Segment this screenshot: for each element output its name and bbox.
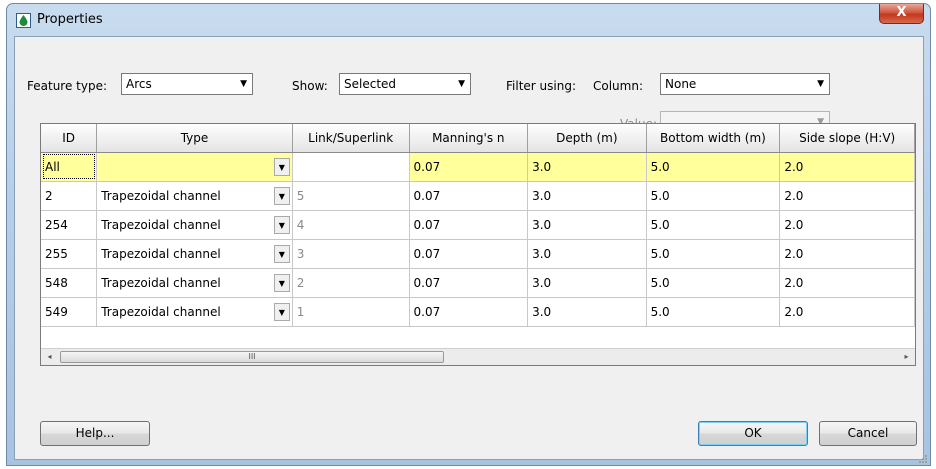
cell-id[interactable]: 549 — [41, 297, 98, 327]
cell-side-slope[interactable]: 2.0 — [779, 152, 915, 182]
cell-type-value: Trapezoidal channel — [101, 246, 221, 261]
column-header-type[interactable]: Type — [96, 124, 293, 153]
column-value: None — [665, 77, 697, 91]
title-bar: Properties X — [7, 4, 930, 36]
feature-type-select[interactable]: Arcs ▼ — [121, 73, 253, 95]
cell-depth[interactable]: 3.0 — [527, 239, 647, 269]
cell-type[interactable]: Trapezoidal channel ▼ — [96, 181, 293, 211]
scroll-right-icon[interactable]: ▸ — [898, 349, 915, 365]
table-row[interactable]: 2 Trapezoidal channel ▼ 5 0.07 3.0 5.0 2.… — [41, 181, 915, 211]
cell-side-slope[interactable]: 2.0 — [779, 239, 915, 269]
column-header-id[interactable]: ID — [41, 124, 98, 153]
cell-id[interactable]: 254 — [41, 210, 98, 240]
cell-depth[interactable]: 3.0 — [527, 297, 647, 327]
chevron-down-icon: ▼ — [458, 79, 465, 89]
table-row-all[interactable]: All ▼ 0.07 3.0 5.0 2.0 — [41, 152, 915, 182]
table-row[interactable]: 255 Trapezoidal channel ▼ 3 0.07 3.0 5.0 … — [41, 239, 915, 269]
column-header-manning[interactable]: Manning's n — [409, 124, 529, 153]
window-title: Properties — [37, 12, 103, 27]
table-header-row: ID Type Link/Superlink Manning's n Depth… — [41, 124, 915, 153]
cell-type[interactable]: Trapezoidal channel ▼ — [96, 239, 293, 269]
cell-id[interactable]: 548 — [41, 268, 98, 298]
cell-depth[interactable]: 3.0 — [527, 268, 647, 298]
cell-type[interactable]: Trapezoidal channel ▼ — [96, 268, 293, 298]
chevron-down-icon[interactable]: ▼ — [273, 302, 290, 321]
show-label: Show: — [292, 79, 328, 93]
cell-bottom-width[interactable]: 5.0 — [646, 181, 781, 211]
column-header-side-slope[interactable]: Side slope (H:V) — [779, 124, 915, 153]
ok-button[interactable]: OK — [698, 421, 808, 446]
cell-id[interactable]: 2 — [41, 181, 98, 211]
column-header-link[interactable]: Link/Superlink — [292, 124, 410, 153]
cell-manning[interactable]: 0.07 — [409, 210, 529, 240]
scroll-thumb[interactable]: III — [60, 351, 444, 363]
table-row[interactable]: 254 Trapezoidal channel ▼ 4 0.07 3.0 5.0 … — [41, 210, 915, 240]
show-value: Selected — [344, 77, 397, 91]
help-button[interactable]: Help... — [40, 421, 150, 446]
cell-depth[interactable]: 3.0 — [527, 210, 647, 240]
chevron-down-icon[interactable]: ▼ — [273, 273, 290, 292]
cell-bottom-width[interactable]: 5.0 — [646, 297, 781, 327]
cell-link: 1 — [292, 297, 410, 327]
cell-bottom-width[interactable]: 5.0 — [646, 268, 781, 298]
feature-type-value: Arcs — [126, 77, 152, 91]
cell-manning[interactable]: 0.07 — [409, 181, 529, 211]
chevron-down-icon: ▼ — [817, 79, 824, 89]
resize-grip-icon[interactable] — [917, 453, 927, 463]
cell-side-slope[interactable]: 2.0 — [779, 268, 915, 298]
filter-using-label: Filter using: — [506, 79, 576, 93]
cell-manning[interactable]: 0.07 — [409, 297, 529, 327]
cell-bottom-width[interactable]: 5.0 — [646, 239, 781, 269]
cell-side-slope[interactable]: 2.0 — [779, 181, 915, 211]
column-header-bottom-width[interactable]: Bottom width (m) — [646, 124, 781, 153]
chevron-down-icon[interactable]: ▼ — [273, 186, 290, 205]
cell-side-slope[interactable]: 2.0 — [779, 297, 915, 327]
table-row[interactable]: 548 Trapezoidal channel ▼ 2 0.07 3.0 5.0 … — [41, 268, 915, 298]
properties-grid: ID Type Link/Superlink Manning's n Depth… — [40, 123, 916, 366]
cell-manning[interactable]: 0.07 — [409, 268, 529, 298]
cell-type[interactable]: Trapezoidal channel ▼ — [96, 297, 293, 327]
cell-bottom-width[interactable]: 5.0 — [646, 210, 781, 240]
close-button[interactable]: X — [879, 4, 924, 24]
water-drop-icon — [16, 13, 31, 28]
cell-type[interactable]: Trapezoidal channel ▼ — [96, 210, 293, 240]
chevron-down-icon: ▼ — [240, 79, 247, 89]
cell-link: 4 — [292, 210, 410, 240]
feature-type-label: Feature type: — [27, 79, 108, 93]
cell-link — [292, 152, 410, 182]
cell-id[interactable]: 255 — [41, 239, 98, 269]
show-select[interactable]: Selected ▼ — [339, 73, 471, 95]
cell-type[interactable]: ▼ — [96, 152, 293, 182]
cancel-button[interactable]: Cancel — [819, 421, 917, 446]
cell-type-value: Trapezoidal channel — [101, 304, 221, 319]
chevron-down-icon[interactable]: ▼ — [273, 215, 290, 234]
column-header-depth[interactable]: Depth (m) — [527, 124, 647, 153]
properties-window: Properties X Feature type: Arcs ▼ Show: … — [6, 3, 931, 466]
cell-id[interactable]: All — [41, 152, 98, 182]
chevron-down-icon[interactable]: ▼ — [273, 244, 290, 263]
cell-depth[interactable]: 3.0 — [527, 152, 647, 182]
cell-bottom-width[interactable]: 5.0 — [646, 152, 781, 182]
cell-link: 5 — [292, 181, 410, 211]
column-label: Column: — [593, 79, 643, 93]
cell-link: 2 — [292, 268, 410, 298]
table-row[interactable]: 549 Trapezoidal channel ▼ 1 0.07 3.0 5.0 … — [41, 297, 915, 327]
cell-type-value: Trapezoidal channel — [101, 217, 221, 232]
column-select[interactable]: None ▼ — [660, 73, 830, 95]
horizontal-scrollbar[interactable]: ◂ III ▸ — [41, 348, 915, 365]
cell-manning[interactable]: 0.07 — [409, 239, 529, 269]
chevron-down-icon[interactable]: ▼ — [273, 157, 290, 176]
properties-table: ID Type Link/Superlink Manning's n Depth… — [41, 124, 915, 327]
scroll-left-icon[interactable]: ◂ — [41, 349, 58, 365]
cell-side-slope[interactable]: 2.0 — [779, 210, 915, 240]
cell-type-value: Trapezoidal channel — [101, 275, 221, 290]
cell-link: 3 — [292, 239, 410, 269]
cell-manning[interactable]: 0.07 — [409, 152, 529, 182]
cell-depth[interactable]: 3.0 — [527, 181, 647, 211]
cell-type-value: Trapezoidal channel — [101, 188, 221, 203]
